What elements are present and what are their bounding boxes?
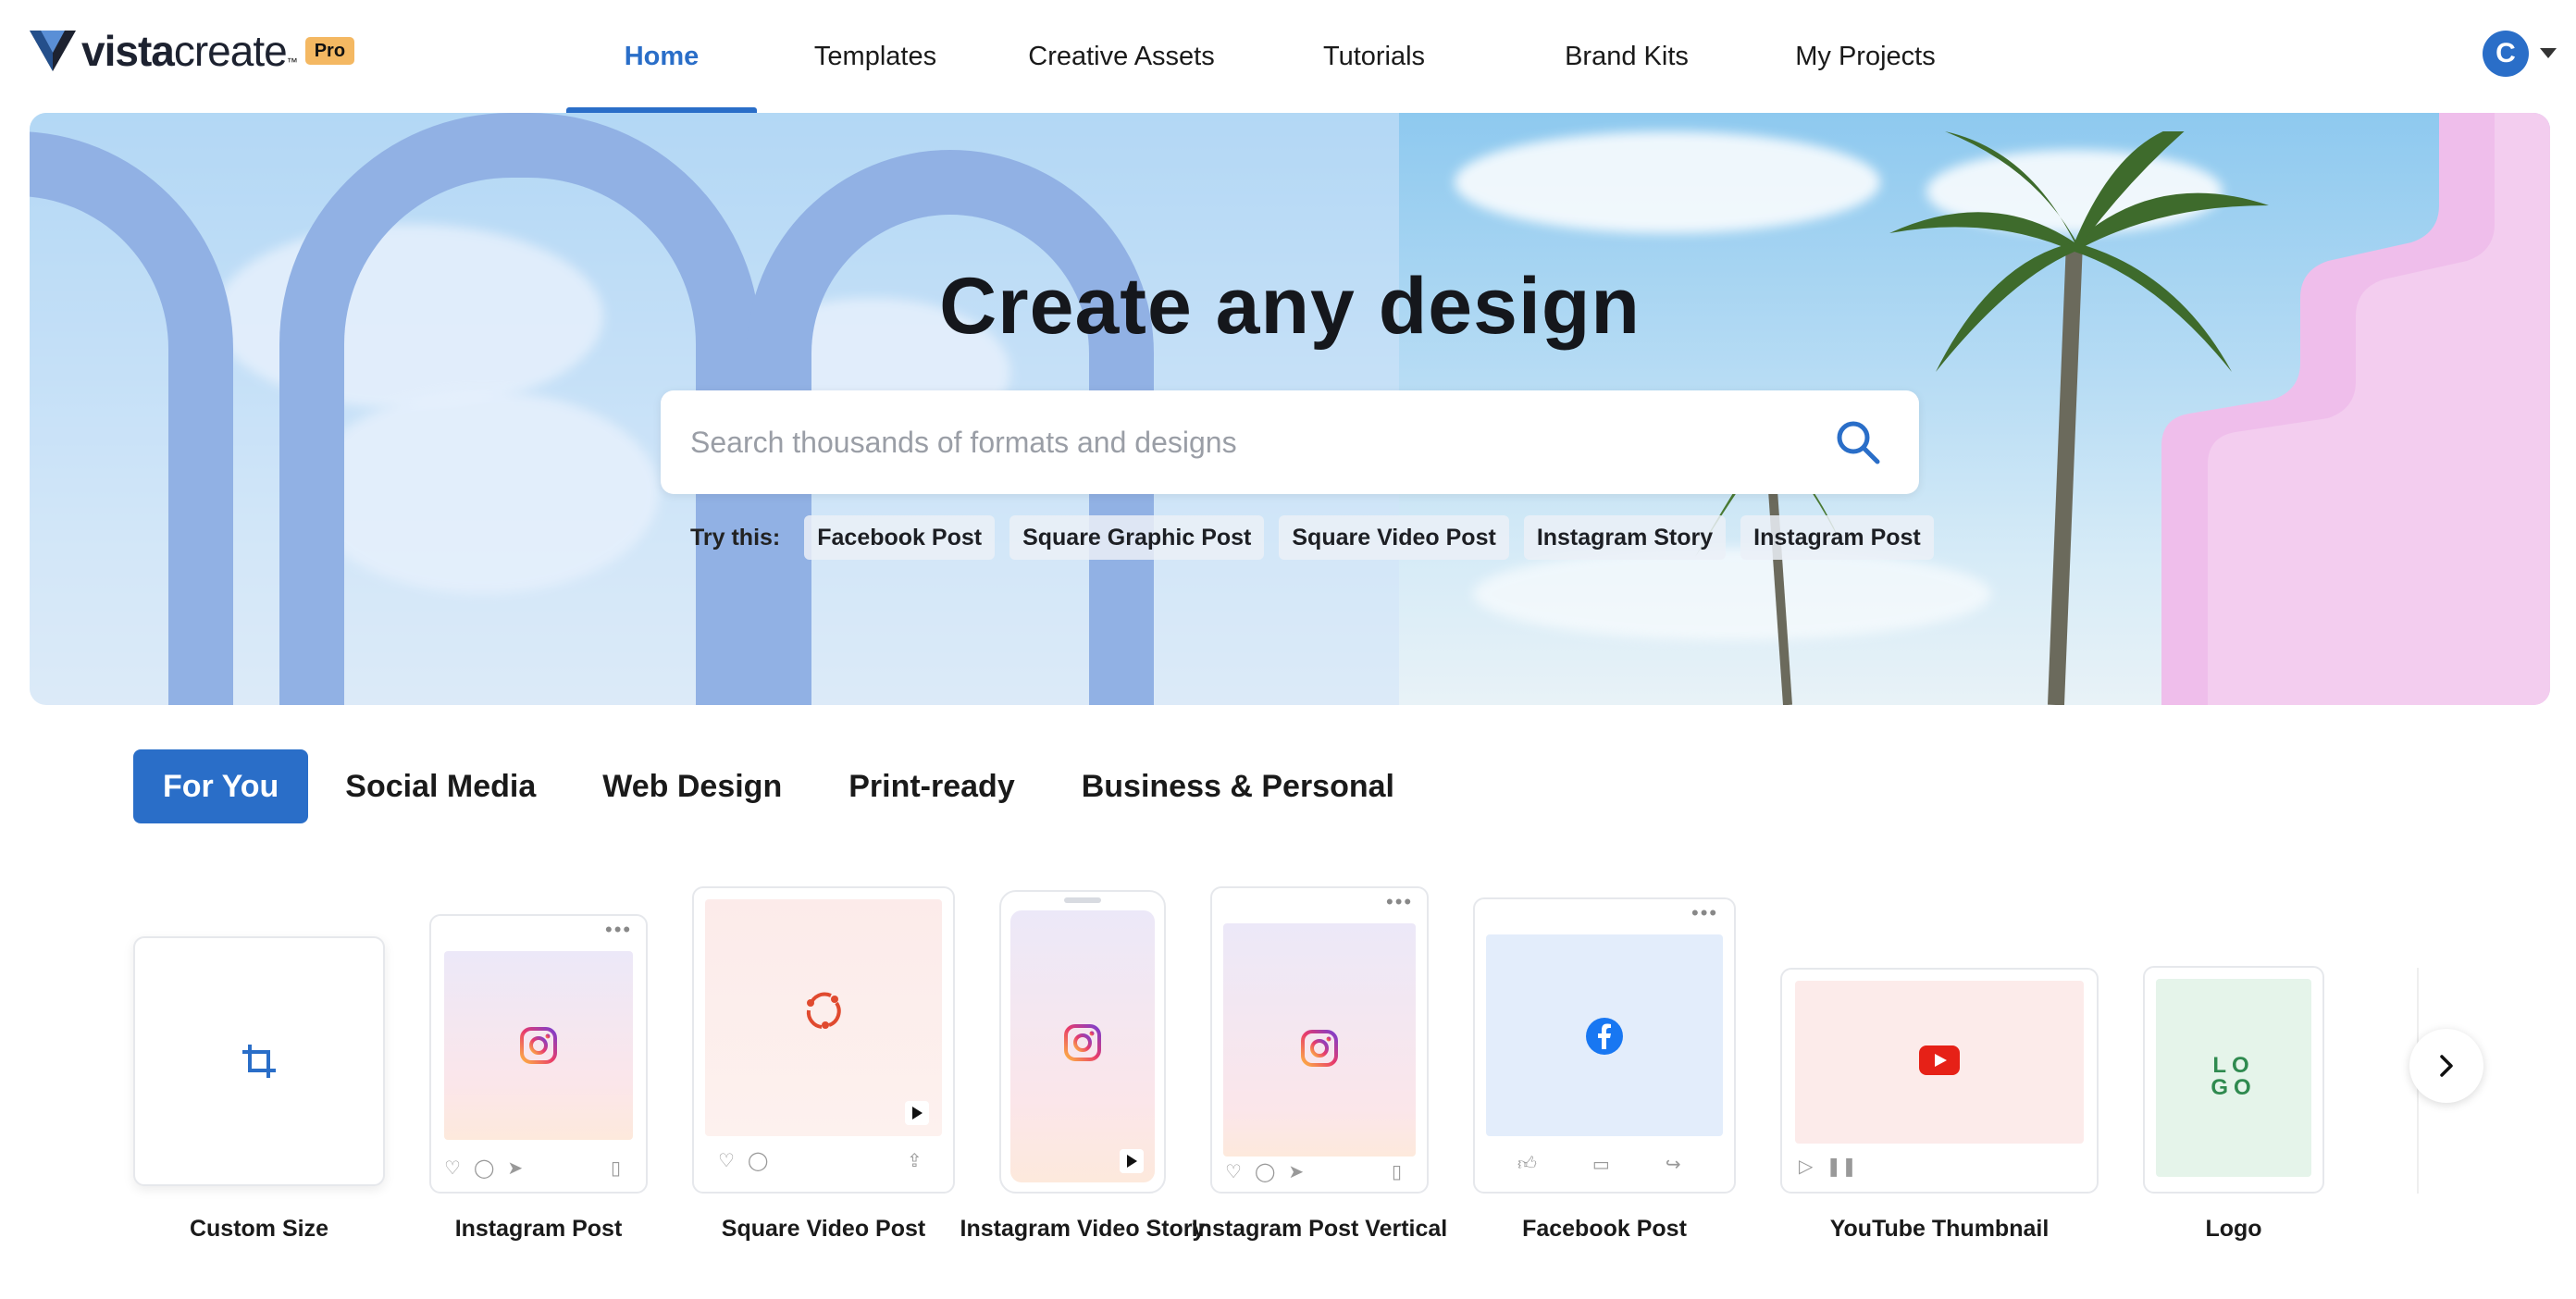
more-icon: ••• [605, 918, 633, 941]
vistacreate-logo[interactable]: vistacreate ™ Pro [30, 27, 355, 75]
instagram-icon [520, 1027, 557, 1064]
search-input[interactable] [690, 390, 1801, 494]
format-card-facebook-post[interactable]: ••• 👍︎ ▭ ↪ [1473, 897, 1736, 1194]
format-card-square-video-post[interactable]: ♡ ◯ ⇪ [692, 886, 955, 1194]
crop-icon [242, 1045, 276, 1078]
pro-badge: Pro [304, 37, 355, 65]
try-this-label: Try this: [690, 524, 781, 551]
tab-business-personal[interactable]: Business & Personal [1052, 749, 1424, 823]
post-action-icons: ♡ ◯ ➤ [444, 1158, 524, 1179]
top-header: vistacreate ™ Pro Home Templates Creativ… [0, 0, 2576, 113]
suggestion-chip[interactable]: Square Graphic Post [1009, 515, 1265, 560]
bookmark-icon: ▯ [1392, 1162, 1403, 1182]
tab-social-media[interactable]: Social Media [316, 749, 565, 823]
format-label: Instagram Video Story [960, 1216, 1206, 1242]
tab-for-you[interactable]: For You [133, 749, 309, 823]
format-cards: Custom Size ••• ♡ ◯ ➤ ▯ Instagram Post ♡ ◯ … [0, 860, 2576, 1299]
logo-trademark: ™ [286, 56, 298, 68]
suggestion-chip[interactable]: Instagram Story [1523, 515, 1727, 560]
format-label: Facebook Post [1522, 1216, 1687, 1242]
format-card-instagram-post-vertical[interactable]: ••• ♡ ◯ ➤ ▯ [1210, 886, 1429, 1194]
instagram-icon [1301, 1030, 1338, 1067]
format-card-instagram-post[interactable]: ••• ♡ ◯ ➤ ▯ [429, 914, 648, 1194]
search-icon[interactable] [1834, 418, 1882, 466]
more-icon: ••• [1386, 890, 1414, 913]
tab-print-ready[interactable]: Print-ready [819, 749, 1045, 823]
category-tabs: For You Social Media Web Design Print-re… [133, 749, 1431, 823]
format-label: Instagram Post [454, 1216, 623, 1242]
nav-templates[interactable]: Templates [757, 0, 994, 113]
post-action-icons: ♡ ◯ ➤ [1225, 1162, 1305, 1182]
format-label: YouTube Thumbnail [1829, 1216, 2050, 1242]
suggestion-chip[interactable]: Instagram Post [1740, 515, 1934, 560]
video-control-icons: ▷ ❚❚ [1799, 1157, 1857, 1177]
more-icon: ••• [1691, 901, 1719, 924]
nav-creative-assets[interactable]: Creative Assets [994, 0, 1249, 113]
play-icon [1120, 1149, 1144, 1173]
tab-web-design[interactable]: Web Design [573, 749, 811, 823]
format-label: Square Video Post [721, 1216, 926, 1242]
phone-notch [1064, 897, 1101, 903]
instagram-icon [1064, 1024, 1101, 1061]
format-card-instagram-video-story[interactable] [999, 890, 1166, 1194]
suggestion-chip[interactable]: Square Video Post [1279, 515, 1509, 560]
chevron-right-icon [2440, 1055, 2453, 1077]
post-action-icons: 👍︎ ▭ ↪ [1517, 1154, 1681, 1175]
main-nav: Home Templates Creative Assets Tutorials… [566, 0, 1976, 113]
nav-my-projects[interactable]: My Projects [1754, 0, 1976, 113]
format-card-logo[interactable]: LO GO [2143, 966, 2324, 1194]
user-avatar[interactable]: C [2483, 31, 2529, 77]
carousel-next-button[interactable] [2409, 1029, 2483, 1103]
post-action-icons: ♡ ◯ [718, 1151, 769, 1171]
format-card-youtube-thumbnail[interactable]: ▷ ❚❚ [1780, 968, 2099, 1194]
chevron-down-icon[interactable] [2540, 48, 2557, 58]
nav-brand-kits[interactable]: Brand Kits [1499, 0, 1754, 113]
logo-mark-icon [30, 31, 76, 71]
search-box [661, 390, 1919, 494]
format-label: Instagram Post Vertical [1191, 1216, 1448, 1242]
facebook-icon [1586, 1018, 1623, 1055]
nav-home[interactable]: Home [566, 0, 757, 113]
suggestion-chip[interactable]: Facebook Post [804, 515, 996, 560]
youtube-icon [1919, 1045, 1960, 1075]
logo-icon: LO GO [2211, 1053, 2257, 1100]
suggestion-row: Try this: Facebook Post Square Graphic P… [690, 514, 1949, 561]
format-label: Logo [2205, 1216, 2262, 1242]
hero-title: Create any design [939, 262, 1641, 351]
hero-banner: Create any design Try this: Facebook Pos… [30, 113, 2550, 705]
play-icon [905, 1101, 929, 1125]
nav-tutorials[interactable]: Tutorials [1249, 0, 1499, 113]
pink-stairs-decoration [2161, 113, 2550, 705]
upload-icon: ⇪ [907, 1151, 923, 1171]
logo-text: vistacreate [81, 27, 288, 75]
share-icon [806, 992, 841, 1029]
format-label: Custom Size [189, 1216, 329, 1242]
format-card-custom-size[interactable] [133, 936, 385, 1186]
bookmark-icon: ▯ [611, 1158, 622, 1179]
